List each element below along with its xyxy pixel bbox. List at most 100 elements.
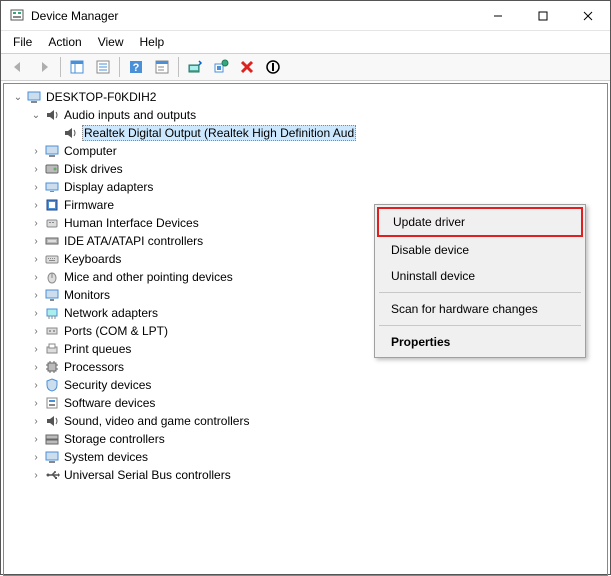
context-uninstall-device[interactable]: Uninstall device <box>377 263 583 289</box>
tree-category-label: Human Interface Devices <box>64 216 199 230</box>
close-button[interactable] <box>565 1 610 31</box>
menu-action[interactable]: Action <box>40 33 89 51</box>
expand-icon[interactable]: › <box>30 235 42 247</box>
tree-category-audio[interactable]: ⌄ Audio inputs and outputs <box>10 106 601 124</box>
tree-category[interactable]: ›Processors <box>10 358 601 376</box>
tree-category-label: Sound, video and game controllers <box>64 414 249 428</box>
expand-icon[interactable]: › <box>30 289 42 301</box>
tree-category-label: Firmware <box>64 198 114 212</box>
tree-category[interactable]: › Security devices <box>10 376 601 394</box>
tree-category-label: Computer <box>64 144 117 158</box>
device-tree[interactable]: ⌄ DESKTOP-F0KDIH2 ⌄ Audio inputs and out… <box>3 83 608 576</box>
device-category-icon <box>44 305 60 321</box>
tree-category-label: Mice and other pointing devices <box>64 270 233 284</box>
tree-category-label: Ports (COM & LPT) <box>64 324 168 338</box>
expand-icon[interactable]: › <box>30 181 42 193</box>
menubar: File Action View Help <box>1 31 610 53</box>
speaker-icon <box>62 125 78 141</box>
tree-category[interactable]: › Software devices <box>10 394 601 412</box>
properties-button[interactable] <box>91 55 115 79</box>
context-scan-hardware[interactable]: Scan for hardware changes <box>377 296 583 322</box>
device-category-icon <box>44 179 60 195</box>
tree-category-label: Print queues <box>64 342 131 356</box>
context-separator <box>379 325 581 326</box>
tree-item-realtek[interactable]: › Realtek Digital Output (Realtek High D… <box>10 124 601 142</box>
tree-category-label: IDE ATA/ATAPI controllers <box>64 234 203 248</box>
expand-icon[interactable]: › <box>30 397 42 409</box>
expand-icon[interactable]: › <box>30 361 42 373</box>
tree-category[interactable]: › Display adapters <box>10 178 601 196</box>
tree-category-label: Audio inputs and outputs <box>64 108 196 122</box>
uninstall-device-button[interactable] <box>235 55 259 79</box>
device-category-icon <box>44 323 60 339</box>
show-hide-tree-button[interactable] <box>65 55 89 79</box>
titlebar: Device Manager <box>1 1 610 31</box>
tree-category-label: Software devices <box>64 396 155 410</box>
expand-icon[interactable]: › <box>30 379 42 391</box>
expand-icon[interactable]: ⌄ <box>12 91 24 103</box>
expand-icon[interactable]: › <box>30 325 42 337</box>
back-button[interactable] <box>6 55 30 79</box>
expand-icon[interactable]: › <box>30 271 42 283</box>
tree-root[interactable]: ⌄ DESKTOP-F0KDIH2 <box>10 88 601 106</box>
tree-category-label: Network adapters <box>64 306 158 320</box>
tree-item-label: Realtek Digital Output (Realtek High Def… <box>82 125 356 141</box>
device-category-icon <box>44 413 60 429</box>
menu-help[interactable]: Help <box>132 33 173 51</box>
update-driver-button[interactable] <box>183 55 207 79</box>
device-category-icon <box>44 449 60 465</box>
action-button[interactable] <box>150 55 174 79</box>
tree-category-label: Display adapters <box>64 180 153 194</box>
tree-category[interactable]: › Storage controllers <box>10 430 601 448</box>
tree-category-label: Monitors <box>64 288 110 302</box>
device-category-icon <box>44 251 60 267</box>
expand-icon[interactable]: ⌄ <box>30 109 42 121</box>
device-category-icon <box>44 431 60 447</box>
expand-icon[interactable]: › <box>30 469 42 481</box>
device-category-icon <box>44 269 60 285</box>
device-category-icon <box>44 233 60 249</box>
expand-icon[interactable]: › <box>30 199 42 211</box>
tree-category[interactable]: › Sound, video and game controllers <box>10 412 601 430</box>
toolbar: ? <box>1 53 610 81</box>
expand-icon[interactable]: › <box>30 253 42 265</box>
expand-icon[interactable]: › <box>30 163 42 175</box>
tree-category-label: Storage controllers <box>64 432 165 446</box>
help-button[interactable]: ? <box>124 55 148 79</box>
expand-icon[interactable]: › <box>30 415 42 427</box>
tree-category-label: Keyboards <box>64 252 121 266</box>
expand-icon[interactable]: › <box>30 217 42 229</box>
maximize-button[interactable] <box>520 1 565 31</box>
menu-view[interactable]: View <box>90 33 132 51</box>
menu-file[interactable]: File <box>5 33 40 51</box>
device-category-icon <box>44 377 60 393</box>
computer-icon <box>26 89 42 105</box>
device-category-icon <box>44 395 60 411</box>
expand-icon[interactable]: › <box>30 451 42 463</box>
svg-text:?: ? <box>133 62 140 74</box>
context-update-driver[interactable]: Update driver <box>377 207 583 237</box>
tree-category[interactable]: › System devices <box>10 448 601 466</box>
tree-category[interactable]: › Computer <box>10 142 601 160</box>
expand-icon[interactable]: › <box>30 433 42 445</box>
tree-category-label: Universal Serial Bus controllers <box>64 468 231 482</box>
device-category-icon <box>44 359 60 375</box>
tree-category-label: System devices <box>64 450 148 464</box>
minimize-button[interactable] <box>475 1 520 31</box>
expand-icon[interactable]: › <box>30 145 42 157</box>
tree-category[interactable]: › Universal Serial Bus controllers <box>10 466 601 484</box>
expand-icon[interactable]: › <box>30 343 42 355</box>
forward-button[interactable] <box>32 55 56 79</box>
context-properties[interactable]: Properties <box>377 329 583 355</box>
device-category-icon <box>44 161 60 177</box>
tree-category-label: Security devices <box>64 378 151 392</box>
expand-icon[interactable]: › <box>30 307 42 319</box>
toolbar-separator <box>60 57 61 77</box>
context-separator <box>379 292 581 293</box>
scan-hardware-button[interactable] <box>209 55 233 79</box>
toolbar-separator <box>119 57 120 77</box>
tree-category[interactable]: › Disk drives <box>10 160 601 178</box>
disable-device-button[interactable] <box>261 55 285 79</box>
tree-category-label: Disk drives <box>64 162 123 176</box>
context-disable-device[interactable]: Disable device <box>377 237 583 263</box>
